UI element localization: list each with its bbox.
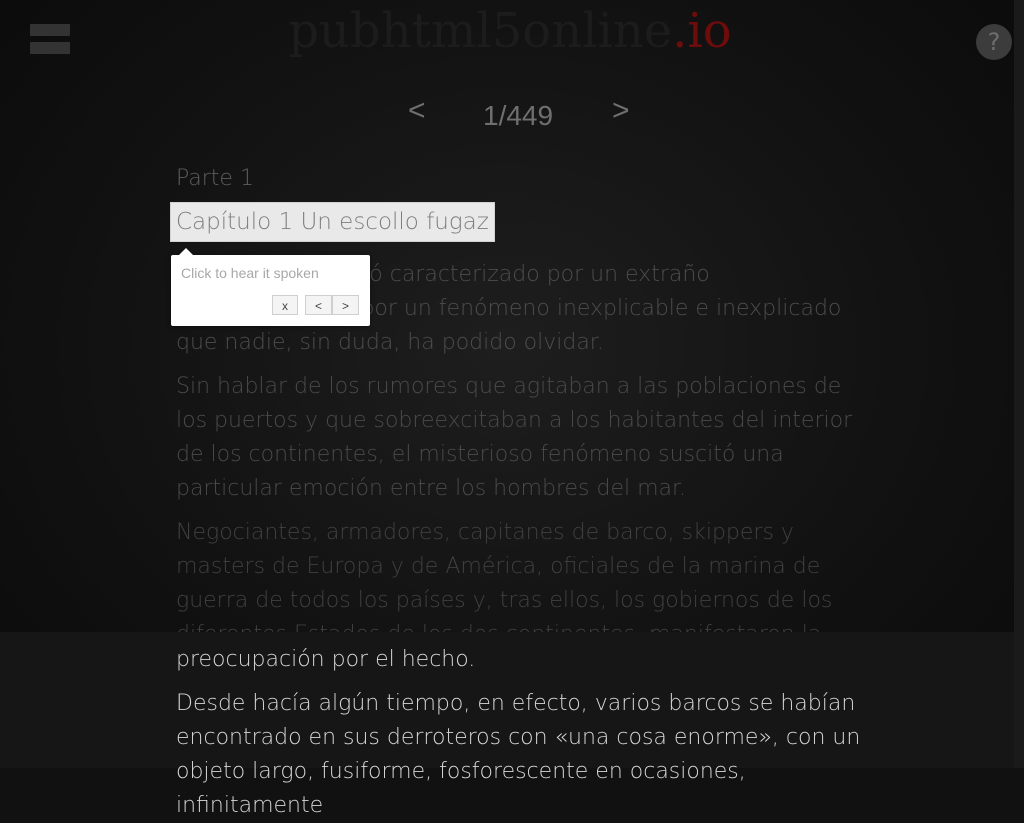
tooltip-prev-button[interactable]: < — [305, 295, 332, 315]
scrollbar[interactable] — [1014, 0, 1024, 768]
tooltip-next-button[interactable]: > — [332, 295, 359, 315]
paragraph[interactable]: Sin hablar de los rumores que agitaban a… — [176, 370, 876, 506]
prev-page-button[interactable]: < — [408, 94, 426, 128]
paragraph[interactable]: Desde hacía algún tiempo, en efecto, var… — [176, 687, 876, 823]
book-content: Parte 1 Capítulo 1 Un escollo fugaz El a… — [170, 164, 876, 696]
chapter-title[interactable]: Capítulo 1 Un escollo fugaz — [170, 202, 495, 242]
tooltip-text: Click to hear it spoken — [181, 265, 319, 281]
menu-icon-bar — [30, 42, 70, 54]
help-icon[interactable]: ? — [976, 24, 1012, 60]
paragraph-end[interactable]: preocupación por el hecho. — [176, 643, 876, 677]
close-tooltip-button[interactable]: x — [272, 295, 298, 315]
logo-text: pubhtml5online — [288, 3, 673, 59]
site-logo[interactable]: pubhtml5online.io — [280, 0, 740, 62]
next-page-button[interactable]: > — [612, 94, 630, 128]
logo-accent: .io — [672, 3, 732, 59]
part-title: Parte 1 — [176, 166, 254, 191]
current-reading-text: preocupación por el hecho. Desde hacía a… — [176, 643, 876, 823]
page-counter: 1/449 — [483, 100, 554, 131]
menu-icon[interactable] — [30, 24, 70, 54]
speech-tooltip: Click to hear it spoken x < > — [171, 248, 370, 326]
menu-icon-bar — [30, 24, 70, 36]
page-navigator: < 1/449 > — [0, 94, 1014, 138]
